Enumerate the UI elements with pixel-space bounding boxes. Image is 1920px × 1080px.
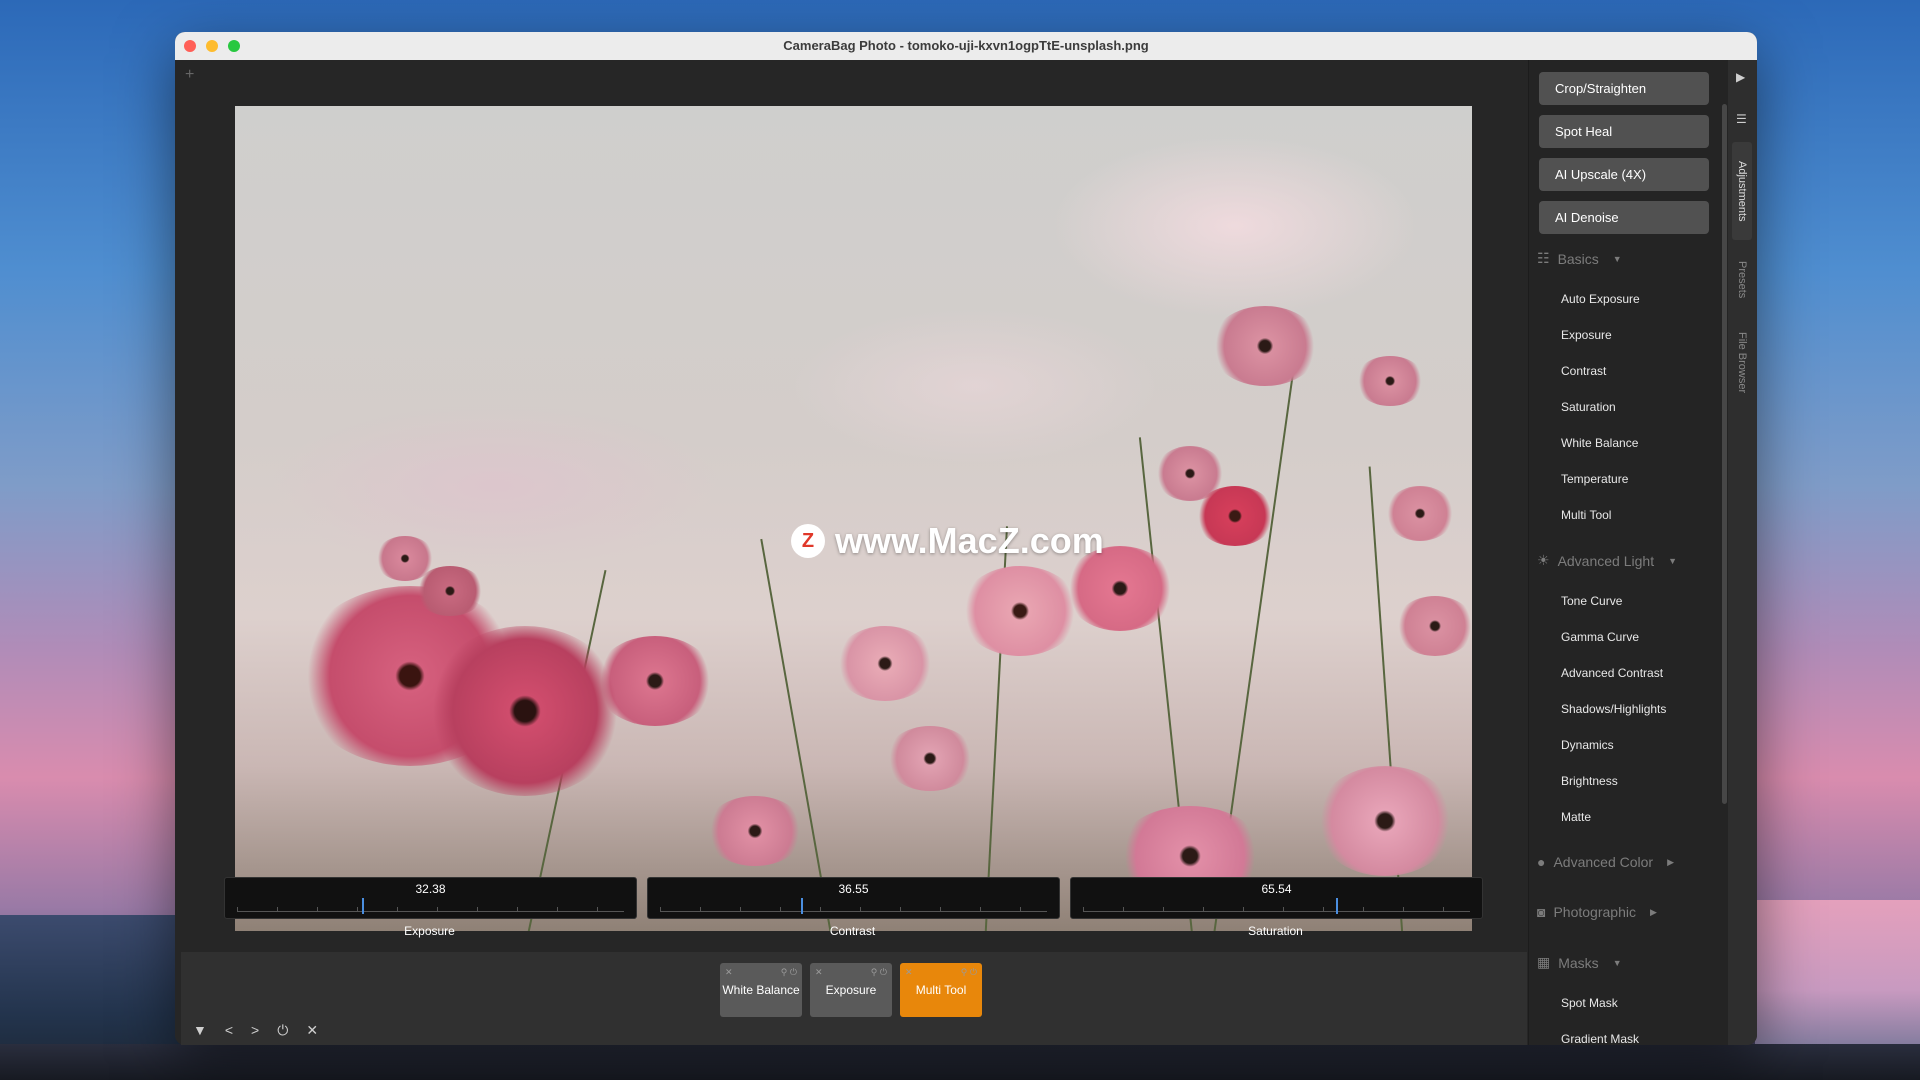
watermark-text: www.MacZ.com xyxy=(835,520,1104,561)
slider-label: Saturation xyxy=(1248,924,1303,938)
stack-chip-white-balance[interactable]: ✕ ⚲ ⏻ White Balance xyxy=(720,963,802,1017)
adjustments-panel: Crop/Straighten Spot Heal AI Upscale (4X) A… xyxy=(1528,60,1729,1045)
adjustment-stack: ▼ < > ⏻ ✕ ✕ ⚲ ⏻ White Balance ✕ ⚲ ⏻ Exposure ✕… xyxy=(181,952,1527,1045)
section-advanced-color[interactable]: ● Advanced Color ▶ xyxy=(1537,854,1674,870)
slider-track[interactable] xyxy=(660,901,1047,912)
section-title: Masks xyxy=(1558,954,1599,971)
tool-ai-upscale-4x-[interactable]: AI Upscale (4X) xyxy=(1539,158,1709,191)
panel-item-gamma-curve[interactable]: Gamma Curve xyxy=(1561,630,1639,644)
chip-label: Multi Tool xyxy=(915,982,967,997)
section-title: Advanced Light xyxy=(1557,552,1655,569)
photo-canvas[interactable] xyxy=(235,106,1472,931)
slider-value: 65.54 xyxy=(1261,882,1292,896)
section-title: Advanced Color xyxy=(1553,854,1654,870)
triangle-down-icon[interactable]: ▼ xyxy=(193,1022,207,1039)
panel-item-gradient-mask[interactable]: Gradient Mask xyxy=(1561,1032,1639,1045)
slider-contrast[interactable]: 36.55 xyxy=(647,877,1060,919)
side-rail: ▶ ☰ Adjustments Presets File Browser xyxy=(1728,60,1757,1045)
chevron-down-icon[interactable]: ▼ xyxy=(1668,556,1677,566)
panel-item-temperature[interactable]: Temperature xyxy=(1561,472,1628,486)
panel-item-contrast[interactable]: Contrast xyxy=(1561,364,1606,378)
chevron-right-icon[interactable]: ▶ xyxy=(1650,907,1657,918)
chevron-right-icon[interactable]: ▶ xyxy=(1667,857,1674,868)
palette-icon: ● xyxy=(1537,854,1546,870)
slider-value: 32.38 xyxy=(415,882,446,896)
tool-crop-straighten[interactable]: Crop/Straighten xyxy=(1539,72,1709,105)
sliders-icon: ☷ xyxy=(1537,250,1550,266)
chip-label: Exposure xyxy=(825,982,877,997)
chevron-down-icon[interactable]: ▼ xyxy=(1613,254,1622,264)
window-title: CameraBag Photo - tomoko-uji-kxvn1ogpTtE… xyxy=(783,38,1149,53)
bottom-controls: ▼ < > ⏻ ✕ xyxy=(193,1022,318,1039)
panel-item-white-balance[interactable]: White Balance xyxy=(1561,436,1638,450)
remove-icon[interactable]: ✕ xyxy=(725,966,733,979)
section-title: Basics xyxy=(1557,250,1599,267)
panel-item-advanced-contrast[interactable]: Advanced Contrast xyxy=(1561,666,1663,680)
power-icon[interactable]: ⏻ xyxy=(277,1022,288,1039)
desktop-shore xyxy=(0,1044,1920,1080)
panel-item-spot-mask[interactable]: Spot Mask xyxy=(1561,996,1618,1010)
pin-power-icon[interactable]: ⚲ ⏻ xyxy=(781,966,797,979)
mask-icon: ▦ xyxy=(1537,954,1551,970)
slider-marker[interactable] xyxy=(362,898,364,914)
panel-item-tone-curve[interactable]: Tone Curve xyxy=(1561,594,1622,608)
section-title: Photographic xyxy=(1553,904,1636,920)
panel-item-brightness[interactable]: Brightness xyxy=(1561,774,1618,788)
panel-item-dynamics[interactable]: Dynamics xyxy=(1561,738,1614,752)
chip-icons: ✕ ⚲ ⏻ xyxy=(815,966,887,979)
forward-icon[interactable]: > xyxy=(251,1022,259,1039)
back-icon[interactable]: < xyxy=(225,1022,233,1039)
panel-item-saturation[interactable]: Saturation xyxy=(1561,400,1616,414)
slider-marker[interactable] xyxy=(1336,898,1339,914)
chip-icons: ✕ ⚲ ⏻ xyxy=(725,966,797,979)
panel-item-exposure[interactable]: Exposure xyxy=(1561,328,1612,342)
section-basics[interactable]: ☷ Basics ▼ xyxy=(1537,250,1622,267)
menu-icon[interactable]: ☰ xyxy=(1736,112,1747,126)
close-icon[interactable]: ✕ xyxy=(306,1022,318,1039)
slider-exposure[interactable]: 32.38 xyxy=(224,877,637,919)
section-masks[interactable]: ▦ Masks ▼ xyxy=(1537,954,1622,971)
slider-label: Exposure xyxy=(404,924,455,938)
camera-icon: ◙ xyxy=(1537,904,1546,920)
stack-chip-multi-tool[interactable]: ✕ ⚲ ⏻ Multi Tool xyxy=(900,963,982,1017)
tab-adjustments[interactable]: Adjustments xyxy=(1732,142,1752,240)
plus-icon[interactable]: + xyxy=(185,66,194,84)
slider-track[interactable] xyxy=(1083,901,1470,912)
slider-label: Contrast xyxy=(829,924,876,938)
tab-file-browser[interactable]: File Browser xyxy=(1732,318,1752,408)
slider-strip: 32.38 Exposure 36.55 Contrast 65.54 Saturatio… xyxy=(224,877,1484,939)
slider-value: 36.55 xyxy=(838,882,869,896)
pin-power-icon[interactable]: ⚲ ⏻ xyxy=(871,966,887,979)
panel-item-shadows-highlights[interactable]: Shadows/Highlights xyxy=(1561,702,1666,716)
section-advanced-light[interactable]: ☀ Advanced Light ▼ xyxy=(1537,552,1677,569)
macz-logo-icon: Z xyxy=(791,524,825,558)
remove-icon[interactable]: ✕ xyxy=(815,966,823,979)
slider-saturation[interactable]: 65.54 xyxy=(1070,877,1483,919)
panel-scrollbar[interactable] xyxy=(1722,104,1727,804)
sun-icon: ☀ xyxy=(1537,552,1550,568)
remove-icon[interactable]: ✕ xyxy=(905,966,913,979)
chip-icons: ✕ ⚲ ⏻ xyxy=(905,966,977,979)
panel-item-matte[interactable]: Matte xyxy=(1561,810,1591,824)
title-bar: CameraBag Photo - tomoko-uji-kxvn1ogpTtE… xyxy=(175,32,1757,61)
tool-ai-denoise[interactable]: AI Denoise xyxy=(1539,201,1709,234)
tool-spot-heal[interactable]: Spot Heal xyxy=(1539,115,1709,148)
watermark: Z www.MacZ.com xyxy=(791,520,1104,561)
panel-item-multi-tool[interactable]: Multi Tool xyxy=(1561,508,1611,522)
panel-item-auto-exposure[interactable]: Auto Exposure xyxy=(1561,292,1640,306)
stack-chip-exposure[interactable]: ✕ ⚲ ⏻ Exposure xyxy=(810,963,892,1017)
slider-track[interactable] xyxy=(237,901,624,912)
pin-power-icon[interactable]: ⚲ ⏻ xyxy=(961,966,977,979)
tab-presets[interactable]: Presets xyxy=(1732,252,1752,308)
chip-label: White Balance xyxy=(722,982,800,997)
play-icon[interactable]: ▶ xyxy=(1736,70,1745,84)
slider-marker[interactable] xyxy=(801,898,804,914)
chevron-down-icon[interactable]: ▼ xyxy=(1613,958,1622,968)
section-photographic[interactable]: ◙ Photographic ▶ xyxy=(1537,904,1657,920)
